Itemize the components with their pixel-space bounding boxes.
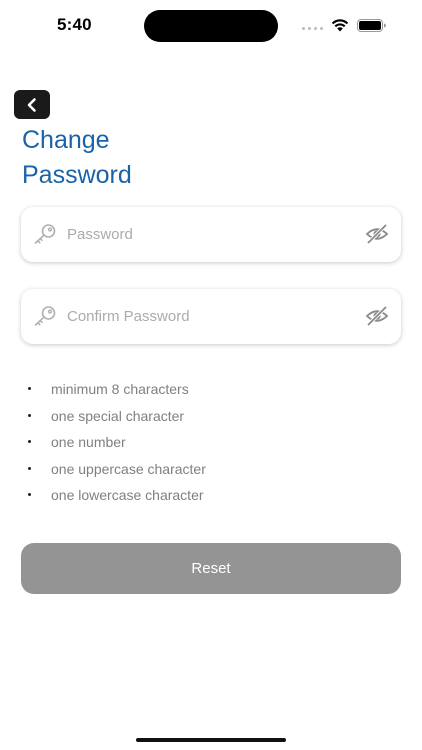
password-field[interactable] <box>21 207 401 262</box>
page-title-line-1: Change <box>22 126 110 154</box>
wifi-icon <box>331 19 349 32</box>
cellular-signal-icon <box>302 27 324 31</box>
back-button[interactable] <box>14 90 50 119</box>
page-title: Change Password <box>22 123 242 193</box>
requirement-text: one special character <box>51 407 185 424</box>
confirm-password-field[interactable] <box>21 289 401 344</box>
bullet <box>28 413 31 417</box>
requirement-text: one number <box>51 434 126 450</box>
password-requirements-list: minimum 8 characters one special charact… <box>28 379 206 512</box>
page-title-line-2: Password <box>22 161 132 189</box>
chevron-left-icon <box>27 97 36 112</box>
bullet <box>28 466 31 470</box>
eye-off-icon[interactable] <box>365 305 389 327</box>
requirement-item: one number <box>28 432 206 459</box>
requirement-item: one uppercase character <box>28 459 206 486</box>
reset-button[interactable]: Reset <box>21 543 401 594</box>
status-time: 5:40 <box>57 15 92 34</box>
requirement-text: one lowercase character <box>51 487 204 503</box>
requirement-item: minimum 8 characters <box>28 379 206 406</box>
battery-icon <box>357 19 386 32</box>
eye-off-icon[interactable] <box>365 223 389 245</box>
bullet <box>28 493 31 496</box>
confirm-password-input[interactable] <box>67 289 357 344</box>
bullet <box>28 387 31 390</box>
key-icon <box>34 306 56 326</box>
password-input[interactable] <box>67 207 357 262</box>
requirement-item: one lowercase character <box>28 485 206 512</box>
requirement-text: minimum 8 characters <box>51 381 189 397</box>
status-bar: 5:40 <box>0 0 422 54</box>
bullet <box>28 440 31 443</box>
home-indicator <box>136 738 286 742</box>
dynamic-island <box>144 10 278 42</box>
requirement-text: one uppercase character <box>51 460 206 477</box>
key-icon <box>34 224 56 244</box>
requirement-item: one special character <box>28 406 206 433</box>
